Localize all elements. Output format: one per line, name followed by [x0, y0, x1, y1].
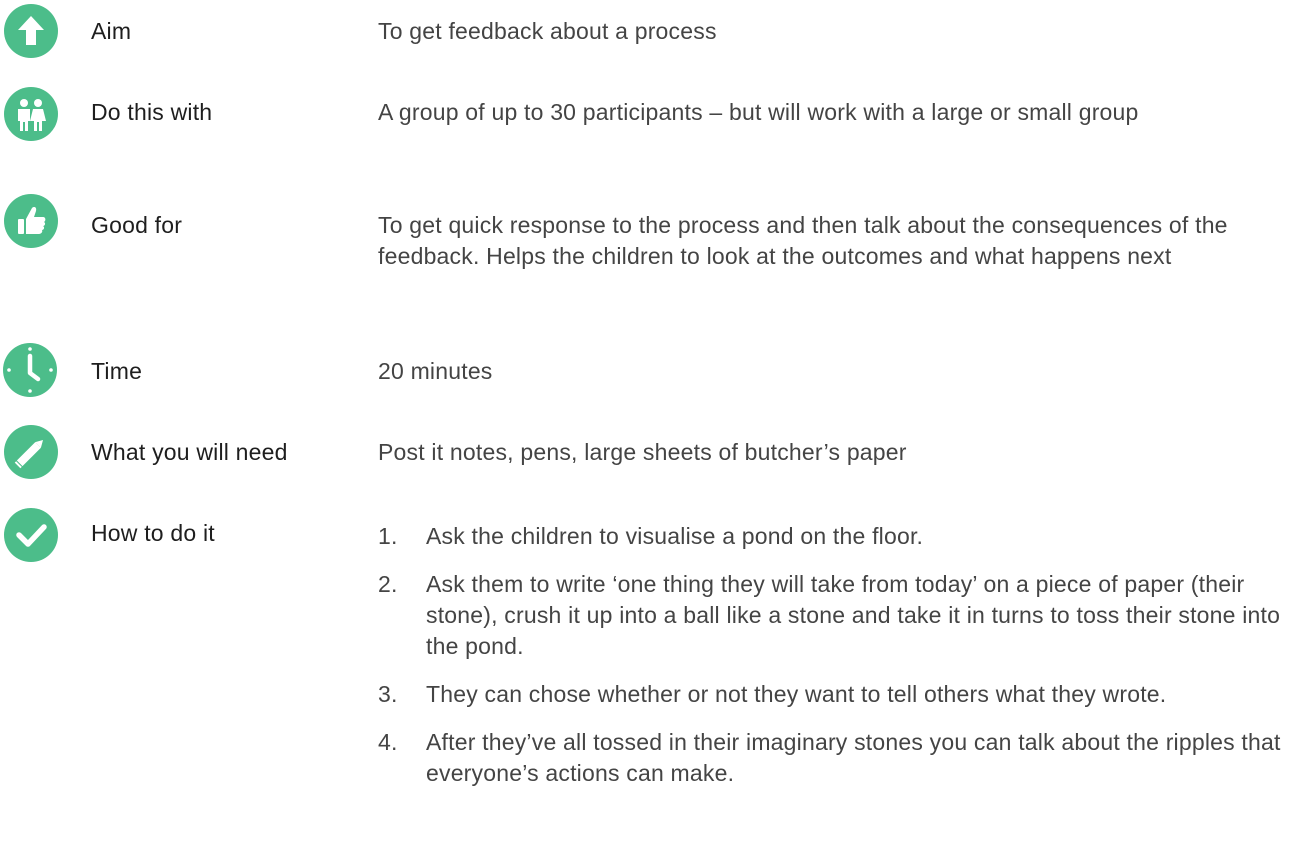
- step-number: 1.: [378, 523, 398, 549]
- step-text: Ask them to write ‘one thing they will t…: [426, 571, 1281, 659]
- time-label: Time: [91, 358, 143, 384]
- step-item: 2. Ask them to write ‘one thing they wil…: [378, 569, 1303, 662]
- good-for-value: To get quick response to the process and…: [378, 212, 1228, 269]
- step-item: 3. They can chose whether or not they wa…: [378, 679, 1303, 710]
- time-value: 20 minutes: [378, 358, 493, 384]
- people-icon: [4, 87, 58, 141]
- good-for-label: Good for: [91, 212, 183, 238]
- do-this-with-label: Do this with: [91, 99, 213, 125]
- step-text: They can chose whether or not they want …: [426, 681, 1167, 707]
- up-arrow-icon: [4, 4, 58, 58]
- step-item: 4. After they’ve all tossed in their ima…: [378, 727, 1303, 789]
- clock-icon: [3, 343, 57, 397]
- step-number: 4.: [378, 729, 398, 755]
- aim-value: To get feedback about a process: [378, 18, 717, 44]
- how-to-do-it-label: How to do it: [91, 520, 215, 546]
- aim-label: Aim: [91, 18, 132, 44]
- step-number: 3.: [378, 681, 398, 707]
- checkmark-icon: [4, 508, 58, 562]
- what-you-will-need-label: What you will need: [91, 439, 288, 465]
- do-this-with-value: A group of up to 30 participants – but w…: [378, 99, 1139, 125]
- steps-list: 1. Ask the children to visualise a pond …: [378, 521, 1303, 806]
- step-number: 2.: [378, 571, 398, 597]
- thumbs-up-icon: [4, 194, 58, 248]
- step-text: After they’ve all tossed in their imagin…: [426, 729, 1281, 786]
- what-you-will-need-value: Post it notes, pens, large sheets of but…: [378, 439, 907, 465]
- pencil-icon: [4, 425, 58, 479]
- step-text: Ask the children to visualise a pond on …: [426, 523, 924, 549]
- step-item: 1. Ask the children to visualise a pond …: [378, 521, 1303, 552]
